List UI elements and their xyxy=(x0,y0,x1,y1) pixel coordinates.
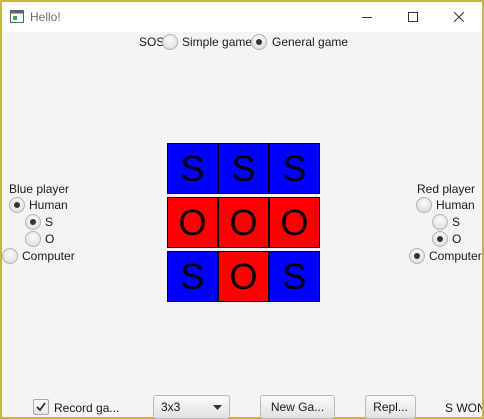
close-button[interactable] xyxy=(436,2,482,32)
simple-game-radio[interactable] xyxy=(162,34,178,50)
red-player-title: Red player xyxy=(417,182,476,196)
window-title: Hello! xyxy=(30,10,61,24)
general-game-radio[interactable] xyxy=(251,34,267,50)
app-window: Hello! SOS Simple game General game Blue… xyxy=(0,0,484,419)
simple-game-label[interactable]: Simple game xyxy=(182,35,252,49)
blue-o-radio[interactable] xyxy=(25,231,41,247)
board-cell[interactable]: O xyxy=(167,197,218,248)
blue-computer-label[interactable]: Computer xyxy=(22,249,75,263)
red-computer-label[interactable]: Computer xyxy=(429,249,482,263)
blue-computer-radio[interactable] xyxy=(2,248,18,264)
red-s-radio[interactable] xyxy=(432,214,448,230)
board-size-select[interactable]: 3x3 xyxy=(153,395,230,419)
board-cell[interactable]: S xyxy=(269,251,320,302)
app-icon xyxy=(10,10,24,23)
board-cell[interactable]: O xyxy=(218,197,269,248)
record-game-label[interactable]: Record ga... xyxy=(54,401,119,415)
blue-s-radio[interactable] xyxy=(25,214,41,230)
red-o-label[interactable]: O xyxy=(452,232,461,246)
maximize-button[interactable] xyxy=(390,2,436,32)
blue-s-label[interactable]: S xyxy=(45,215,53,229)
replay-button[interactable]: Repl... xyxy=(365,395,416,419)
chevron-down-icon xyxy=(213,405,222,410)
game-status: S WON xyxy=(445,401,482,415)
board-cell[interactable]: O xyxy=(269,197,320,248)
board-cell[interactable]: S xyxy=(167,143,218,194)
close-icon xyxy=(454,12,464,22)
checkmark-icon xyxy=(36,402,46,412)
maximize-icon xyxy=(408,12,418,22)
red-o-radio[interactable] xyxy=(432,231,448,247)
red-s-label[interactable]: S xyxy=(452,215,460,229)
red-human-label[interactable]: Human xyxy=(436,198,475,212)
board-cell[interactable]: S xyxy=(269,143,320,194)
board-cell[interactable]: S xyxy=(167,251,218,302)
game-board: S S S O O O S O S xyxy=(167,143,322,303)
board-size-value: 3x3 xyxy=(161,400,181,414)
minimize-button[interactable] xyxy=(344,2,390,32)
mode-label: SOS xyxy=(139,35,165,49)
blue-human-label[interactable]: Human xyxy=(29,198,68,212)
board-cell[interactable]: S xyxy=(218,143,269,194)
record-game-checkbox[interactable] xyxy=(33,399,49,415)
general-game-label[interactable]: General game xyxy=(272,35,348,49)
board-cell[interactable]: O xyxy=(218,251,269,302)
red-computer-radio[interactable] xyxy=(409,248,425,264)
blue-o-label[interactable]: O xyxy=(45,232,54,246)
new-game-button[interactable]: New Ga... xyxy=(260,395,335,419)
blue-player-title: Blue player xyxy=(9,182,70,196)
blue-human-radio[interactable] xyxy=(9,197,25,213)
title-bar: Hello! xyxy=(2,2,482,32)
minimize-icon xyxy=(362,17,372,18)
red-human-radio[interactable] xyxy=(416,197,432,213)
